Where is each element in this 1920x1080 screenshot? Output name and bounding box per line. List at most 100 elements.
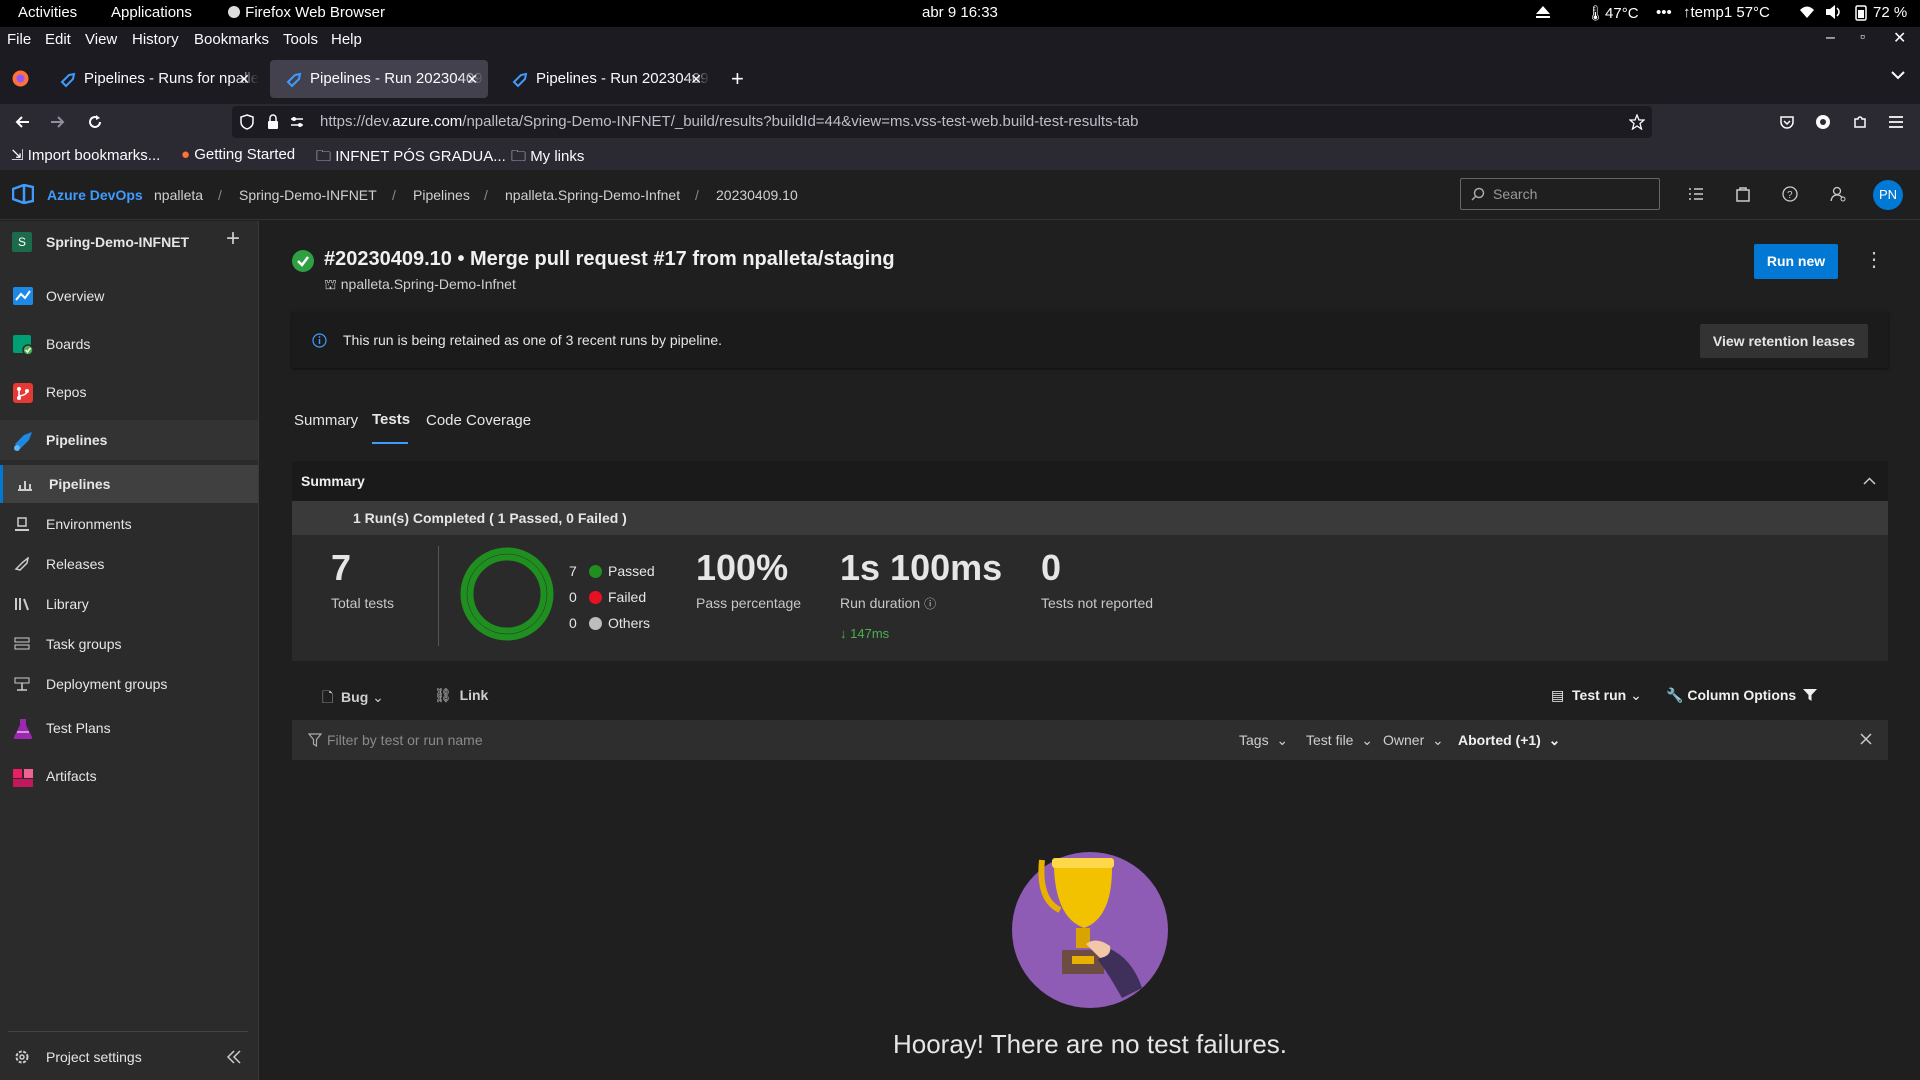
tab-code-coverage[interactable]: Code Coverage bbox=[426, 412, 531, 429]
tags-filter-dropdown[interactable]: Tags ⌄ bbox=[1239, 732, 1288, 749]
chevron-up-icon[interactable] bbox=[1863, 477, 1876, 485]
run-duration-label: Run duration ⓘ bbox=[840, 595, 937, 611]
nav-test-plans[interactable]: Test Plans bbox=[0, 708, 258, 748]
extensions-puzzle-icon[interactable] bbox=[1852, 114, 1868, 130]
outcome-filter-dropdown[interactable]: Aborted (+1) ⌄ bbox=[1458, 732, 1560, 749]
new-tab-button[interactable]: + bbox=[731, 66, 744, 92]
subnav-task-groups[interactable]: Task groups bbox=[0, 625, 258, 663]
bookmark-import[interactable]: ⇲ Import bookmarks... bbox=[11, 146, 160, 164]
avatar[interactable]: PN bbox=[1873, 180, 1903, 210]
clear-filter-icon[interactable] bbox=[1860, 733, 1872, 745]
menu-bookmarks[interactable]: Bookmarks bbox=[194, 31, 269, 48]
subnav-environments[interactable]: Environments bbox=[0, 505, 258, 543]
activities-button[interactable]: Activities bbox=[18, 4, 77, 21]
maximize-button[interactable]: ▫ bbox=[1860, 28, 1865, 44]
more-actions-icon[interactable]: ⋮ bbox=[1864, 247, 1884, 272]
minimize-button[interactable]: – bbox=[1826, 29, 1835, 47]
menu-edit[interactable]: Edit bbox=[45, 31, 71, 48]
breadcrumb-separator: / bbox=[695, 187, 699, 203]
azure-devops-logo-icon[interactable] bbox=[12, 184, 34, 204]
menu-history[interactable]: History bbox=[132, 31, 179, 48]
subnav-pipelines[interactable]: Pipelines bbox=[0, 465, 258, 503]
url-bar[interactable]: https://dev.azure.com/npalleta/Spring-De… bbox=[232, 106, 1652, 138]
nav-boards[interactable]: Boards bbox=[0, 324, 258, 364]
view-retention-leases-button[interactable]: View retention leases bbox=[1700, 324, 1868, 358]
menu-help[interactable]: Help bbox=[331, 31, 362, 48]
close-tab-icon[interactable]: ✕ bbox=[238, 60, 250, 98]
breadcrumb-pipeline[interactable]: npalleta.Spring-Demo-Infnet bbox=[505, 187, 680, 203]
temperature-indicator[interactable]: 🌡47°C bbox=[1586, 4, 1639, 22]
lock-icon[interactable] bbox=[267, 114, 279, 130]
nav-overview[interactable]: Overview bbox=[0, 276, 258, 316]
filter-funnel-icon[interactable] bbox=[1802, 688, 1818, 702]
project-settings[interactable]: Project settings bbox=[0, 1037, 258, 1077]
marketplace-bag-icon[interactable] bbox=[1736, 186, 1750, 202]
extension-icon[interactable] bbox=[1815, 114, 1831, 130]
list-tabs-icon[interactable] bbox=[1891, 70, 1905, 80]
menu-view[interactable]: View bbox=[85, 31, 117, 48]
tab-run[interactable]: Pipelines - Run 20230409.10 ✕ bbox=[496, 60, 712, 98]
library-icon bbox=[14, 597, 30, 611]
close-window-button[interactable]: ✕ bbox=[1893, 28, 1906, 48]
help-icon[interactable]: ? bbox=[1782, 186, 1798, 202]
breadcrumb-project[interactable]: Spring-Demo-INFNET bbox=[239, 187, 377, 203]
firefox-view-icon[interactable] bbox=[12, 70, 29, 87]
link-button[interactable]: ⛓ Link bbox=[434, 687, 488, 704]
tab-summary[interactable]: Summary bbox=[294, 412, 358, 429]
temp-sensor-indicator[interactable]: ↑temp1 57°C bbox=[1683, 4, 1770, 21]
project-name[interactable]: Spring-Demo-INFNET bbox=[46, 234, 189, 250]
battery-icon[interactable] bbox=[1855, 4, 1867, 21]
tab-runs[interactable]: Pipelines - Runs for npalleta ✕ bbox=[44, 60, 260, 98]
nav-artifacts[interactable]: Artifacts bbox=[0, 756, 258, 796]
subnav-releases[interactable]: Releases bbox=[0, 545, 258, 583]
bookmark-star-icon[interactable] bbox=[1629, 114, 1645, 130]
search-input[interactable]: Search bbox=[1460, 178, 1660, 210]
bookmark-folder-my-links[interactable]: 🗀 My links bbox=[511, 146, 584, 171]
column-options-button[interactable]: 🔧 Column Options bbox=[1666, 687, 1796, 704]
bookmark-folder-infnet[interactable]: 🗀 INFNET PÓS GRADUA... bbox=[316, 146, 506, 171]
breadcrumb-org[interactable]: npalleta bbox=[154, 187, 203, 203]
bookmark-getting-started[interactable]: ● Getting Started bbox=[181, 146, 295, 163]
subnav-deployment-groups[interactable]: Deployment groups bbox=[0, 665, 258, 703]
more-icon[interactable]: ••• bbox=[1656, 4, 1672, 21]
pipeline-link[interactable]: ⛫ npalleta.Spring-Demo-Infnet bbox=[324, 276, 516, 295]
test-run-groupby-button[interactable]: ▤ Test run ⌄ bbox=[1551, 687, 1642, 704]
breadcrumb-pipelines[interactable]: Pipelines bbox=[413, 187, 470, 203]
clock[interactable]: abr 9 16:33 bbox=[922, 4, 998, 21]
applications-menu[interactable]: Applications bbox=[111, 4, 192, 21]
add-new-button[interactable]: + bbox=[226, 227, 240, 251]
pocket-icon[interactable] bbox=[1779, 114, 1795, 130]
volume-icon[interactable] bbox=[1825, 5, 1843, 19]
summary-header[interactable]: Summary bbox=[292, 461, 1888, 501]
tab-tests[interactable]: Tests bbox=[372, 411, 410, 428]
hamburger-menu-icon[interactable] bbox=[1888, 115, 1904, 129]
run-new-button[interactable]: Run new bbox=[1754, 244, 1838, 279]
forward-icon[interactable] bbox=[50, 114, 66, 130]
subnav-library[interactable]: Library bbox=[0, 585, 258, 623]
user-settings-icon[interactable] bbox=[1830, 186, 1846, 202]
menu-file[interactable]: File bbox=[7, 31, 31, 48]
nav-repos[interactable]: Repos bbox=[0, 372, 258, 412]
breadcrumb-run[interactable]: 20230409.10 bbox=[716, 187, 798, 203]
link-icon: ⛓ bbox=[434, 687, 452, 703]
nav-pipelines[interactable]: Pipelines bbox=[0, 420, 258, 460]
shield-icon[interactable] bbox=[240, 114, 254, 130]
back-icon[interactable] bbox=[14, 114, 30, 130]
close-tab-icon[interactable]: ✕ bbox=[466, 60, 478, 98]
test-file-filter-dropdown[interactable]: Test file ⌄ bbox=[1306, 732, 1373, 749]
owner-filter-dropdown[interactable]: Owner ⌄ bbox=[1383, 732, 1444, 749]
eject-icon[interactable] bbox=[1535, 5, 1551, 19]
filter-input[interactable]: Filter by test or run name bbox=[327, 732, 483, 748]
collapse-sidebar-icon[interactable] bbox=[226, 1050, 242, 1064]
close-tab-icon[interactable]: ✕ bbox=[690, 60, 702, 98]
task-list-icon[interactable] bbox=[1688, 187, 1704, 201]
url-text[interactable]: https://dev.azure.com/npalleta/Spring-De… bbox=[320, 106, 1138, 138]
reload-icon[interactable] bbox=[87, 114, 103, 130]
tab-run-active[interactable]: Pipelines - Run 20230409.10 ✕ bbox=[270, 60, 488, 98]
wifi-icon[interactable] bbox=[1799, 5, 1815, 19]
firefox-app-indicator[interactable]: Firefox Web Browser bbox=[227, 4, 385, 21]
azure-devops-brand[interactable]: Azure DevOps bbox=[47, 187, 143, 203]
permissions-icon[interactable] bbox=[290, 116, 304, 128]
bug-button[interactable]: 🗋 Bug ⌄ bbox=[322, 687, 384, 711]
menu-tools[interactable]: Tools bbox=[283, 31, 318, 48]
